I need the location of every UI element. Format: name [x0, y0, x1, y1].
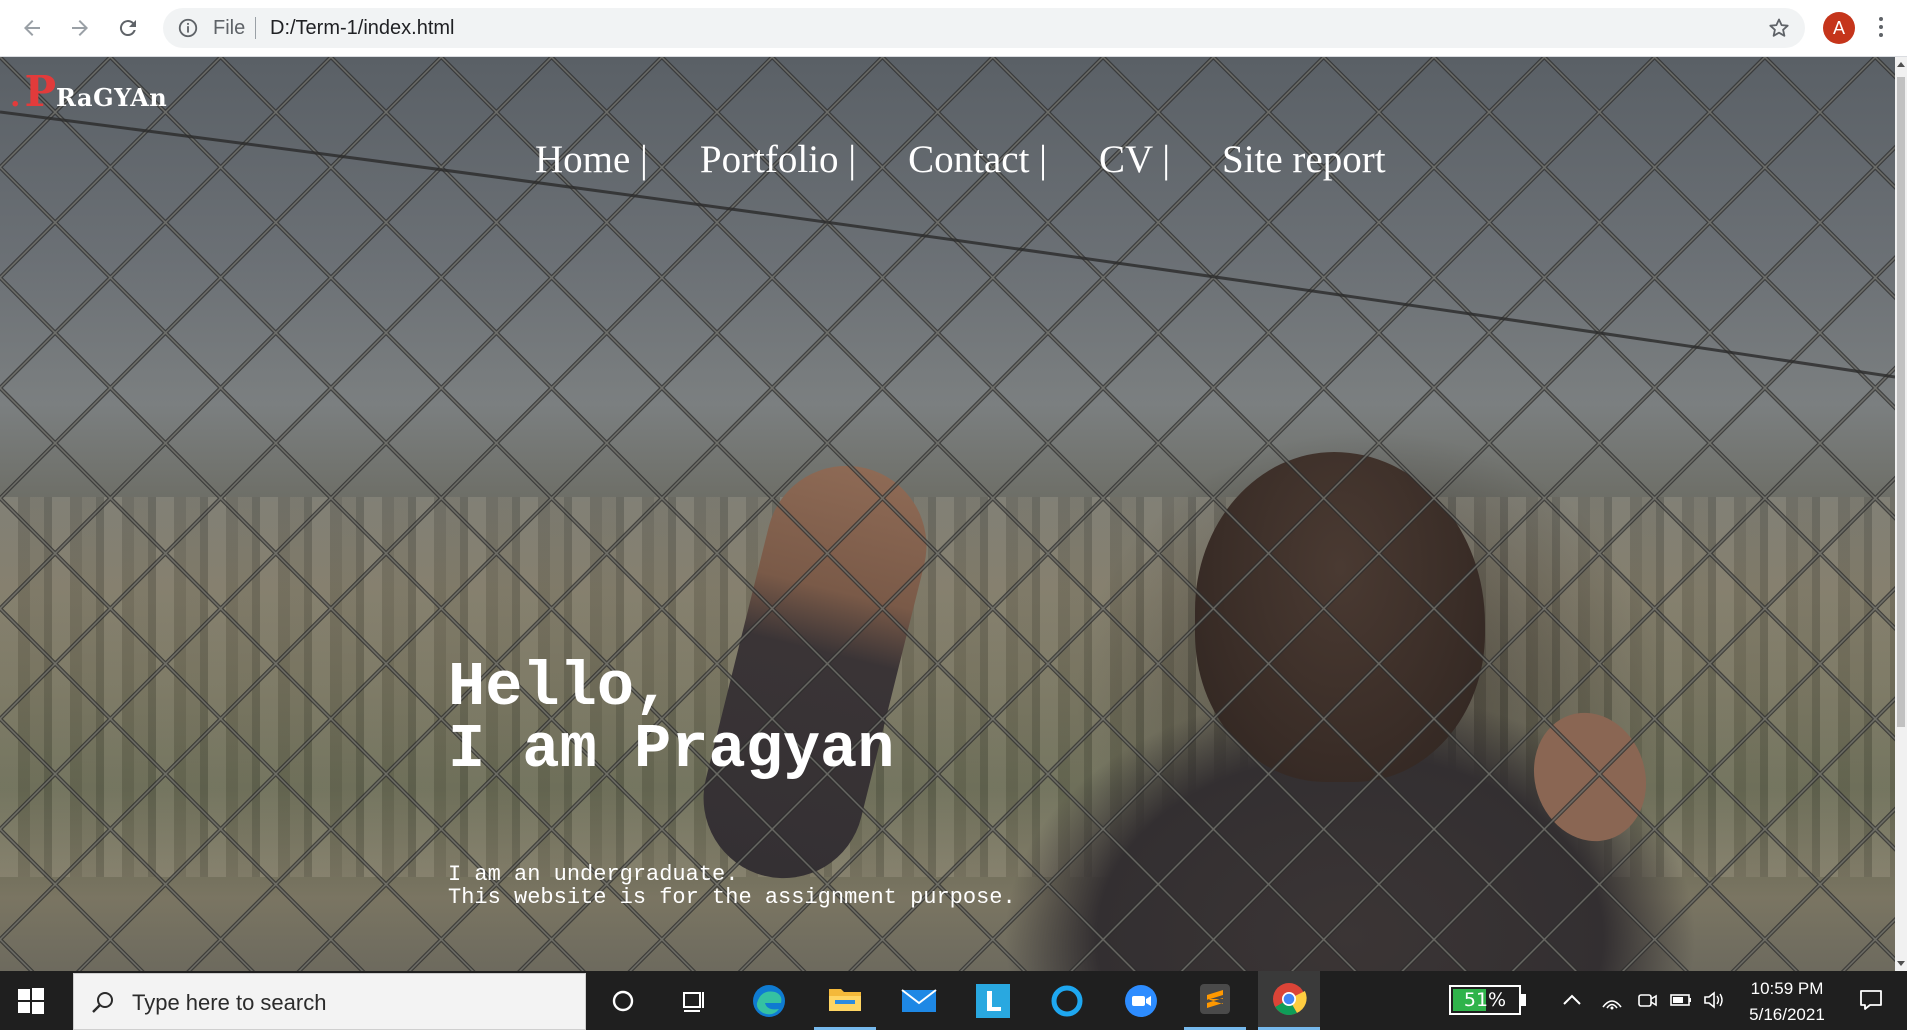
- hero-background-fence: [0, 57, 1895, 971]
- sublime-text-icon: [1200, 984, 1230, 1014]
- clock-date: 5/16/2021: [1749, 1005, 1825, 1024]
- scroll-thumb[interactable]: [1897, 77, 1905, 727]
- battery-tray-icon[interactable]: [1670, 989, 1692, 1011]
- zoom-app[interactable]: [1110, 971, 1172, 1030]
- hero-subtitle-line-1: I am an undergraduate.: [448, 862, 739, 887]
- arrow-right-icon: [72, 20, 88, 36]
- wifi-icon[interactable]: [1601, 989, 1623, 1011]
- nav-link-contact[interactable]: Contact |: [908, 137, 1047, 182]
- volume-icon[interactable]: [1703, 989, 1725, 1011]
- task-view-button[interactable]: [664, 971, 726, 1030]
- task-view-icon: [683, 991, 704, 1012]
- l-app[interactable]: [962, 971, 1024, 1030]
- info-icon[interactable]: [177, 17, 199, 39]
- url-scheme-label: File: [213, 17, 246, 39]
- search-placeholder: Type here to search: [132, 990, 327, 1015]
- url-divider: [255, 17, 256, 39]
- circle-app-icon: [1051, 985, 1083, 1016]
- logo-dot: .: [10, 79, 21, 114]
- nav-link-portfolio[interactable]: Portfolio |: [700, 137, 856, 182]
- logo-initial: P: [24, 67, 57, 116]
- chrome-app[interactable]: [1258, 971, 1320, 1030]
- search-icon: [92, 992, 113, 1013]
- url-text[interactable]: D:/Term-1/index.html: [270, 17, 455, 40]
- cortana-icon: [612, 990, 634, 1011]
- arrow-left-icon: [24, 20, 40, 36]
- chrome-icon: [1273, 983, 1307, 1016]
- scroll-down-arrow-icon[interactable]: [1897, 961, 1905, 966]
- file-explorer-icon: [829, 989, 861, 1011]
- taskbar-search-box[interactable]: Type here to search: [73, 973, 586, 1030]
- page-scrollbar[interactable]: [1895, 57, 1907, 971]
- battery-indicator[interactable]: 51%: [1449, 985, 1521, 1015]
- battery-tip: [1521, 994, 1526, 1006]
- mail-app[interactable]: [888, 971, 950, 1030]
- reload-button[interactable]: [110, 10, 146, 46]
- nav-link-site-report[interactable]: Site report: [1222, 137, 1386, 182]
- scroll-up-arrow-icon[interactable]: [1897, 62, 1905, 67]
- battery-percent: 51%: [1463, 989, 1507, 1011]
- hero-subtitle: I am an undergraduate. This website is f…: [448, 863, 1016, 909]
- system-clock[interactable]: 10:59 PM 5/16/2021: [1737, 976, 1837, 1028]
- circle-app[interactable]: [1036, 971, 1098, 1030]
- mail-icon: [901, 988, 937, 1012]
- site-nav: Home | Portfolio | Contact | CV | Site r…: [535, 137, 1438, 182]
- edge-app[interactable]: [738, 971, 800, 1030]
- reload-icon: [119, 20, 136, 37]
- logo-text: RaGYAn: [56, 83, 168, 112]
- hero-subtitle-line-2: This website is for the assignment purpo…: [448, 885, 1016, 910]
- hero-heading: Hello, I am Pragyan: [448, 657, 894, 781]
- nav-link-cv[interactable]: CV |: [1099, 137, 1170, 182]
- bookmark-star-icon[interactable]: [1767, 16, 1791, 40]
- l-app-icon: [976, 983, 1010, 1018]
- browser-toolbar: File D:/Term-1/index.html A: [0, 0, 1907, 57]
- edge-icon: [753, 984, 785, 1017]
- page-viewport: . P RaGYAn Home | Portfolio | Contact | …: [0, 57, 1895, 971]
- clock-time: 10:59 PM: [1750, 979, 1824, 998]
- cortana-button[interactable]: [592, 971, 654, 1030]
- address-bar[interactable]: File D:/Term-1/index.html: [163, 8, 1805, 48]
- forward-button[interactable]: [62, 10, 98, 46]
- file-explorer-app[interactable]: [814, 971, 876, 1030]
- hero-name: I am Pragyan: [448, 714, 895, 785]
- windows-start-icon[interactable]: [18, 988, 44, 1014]
- windows-taskbar: Type here to search 51% 10:59 PM 5/16/20…: [0, 971, 1907, 1030]
- back-button[interactable]: [14, 10, 50, 46]
- nav-link-home[interactable]: Home |: [535, 137, 648, 182]
- site-logo[interactable]: . P RaGYAn: [10, 67, 167, 116]
- profile-avatar[interactable]: A: [1823, 12, 1855, 44]
- notification-center-icon[interactable]: [1858, 987, 1884, 1013]
- browser-menu-icon[interactable]: [1877, 14, 1885, 42]
- meet-now-icon[interactable]: [1636, 989, 1658, 1011]
- zoom-icon: [1125, 984, 1157, 1017]
- chevron-up-icon[interactable]: [1561, 989, 1583, 1011]
- sublime-text-app[interactable]: [1184, 971, 1246, 1030]
- hero-greeting: Hello,: [448, 652, 672, 723]
